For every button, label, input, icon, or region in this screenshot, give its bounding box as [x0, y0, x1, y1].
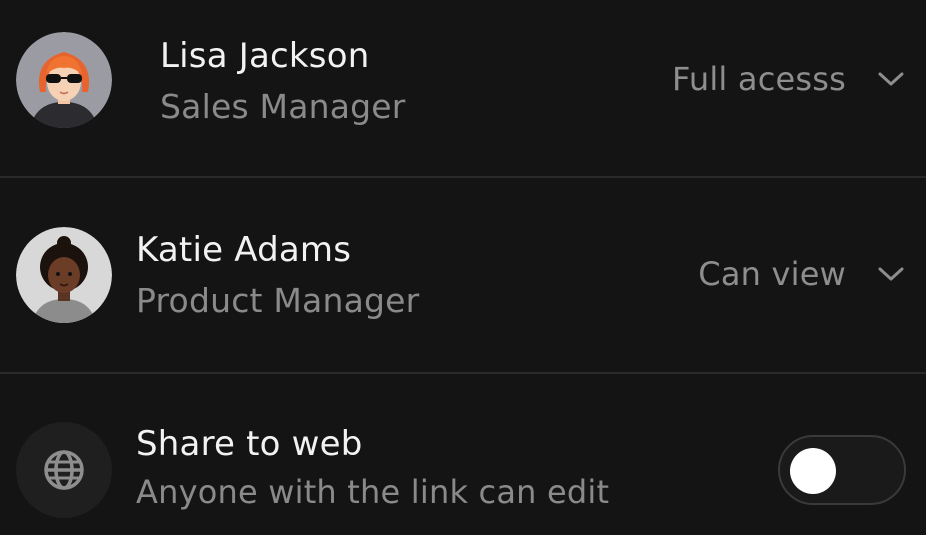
chevron-down-icon: [876, 264, 906, 284]
share-panel: Lisa Jackson Sales Manager Full acesss K…: [0, 0, 926, 535]
member-role: Sales Manager: [160, 87, 406, 126]
member-name: Katie Adams: [136, 230, 352, 270]
member-row-katie-adams: Katie Adams Product Manager Can view: [0, 178, 926, 372]
share-to-web-row: Share to web Anyone with the link can ed…: [0, 374, 926, 535]
permission-dropdown[interactable]: Can view: [698, 255, 906, 293]
avatar-woman-curly-hair-icon: [16, 227, 112, 323]
globe-icon-container: [16, 422, 112, 518]
member-role: Product Manager: [136, 281, 420, 320]
permission-dropdown[interactable]: Full acesss: [672, 60, 906, 98]
share-subtitle: Anyone with the link can edit: [136, 473, 610, 511]
share-title: Share to web: [136, 424, 363, 464]
chevron-down-icon: [876, 69, 906, 89]
permission-label: Full acesss: [672, 60, 846, 98]
avatar-woman-sunglasses-icon: [16, 32, 112, 128]
globe-icon: [44, 450, 84, 490]
member-row-lisa-jackson: Lisa Jackson Sales Manager Full acesss: [0, 0, 926, 176]
permission-label: Can view: [698, 255, 846, 293]
share-to-web-toggle[interactable]: [778, 435, 906, 505]
toggle-knob: [790, 448, 836, 494]
member-name: Lisa Jackson: [160, 36, 370, 76]
